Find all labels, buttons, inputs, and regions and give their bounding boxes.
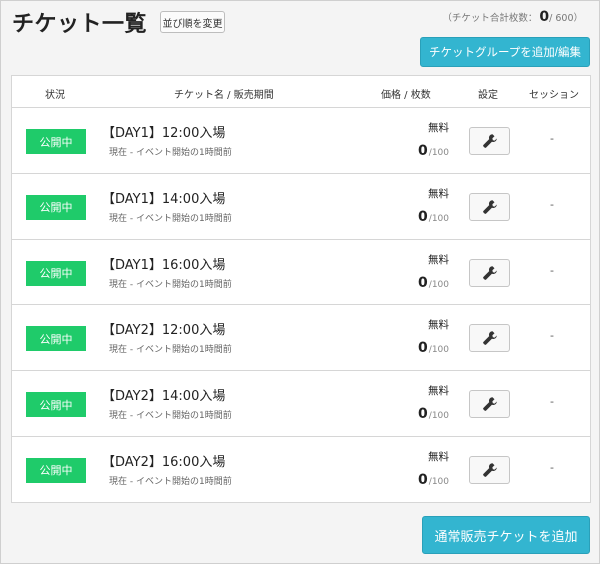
ticket-sale-period: 現在 - イベント開始の1時間前 <box>109 213 232 224</box>
ticket-stock: 0 /100 <box>418 340 449 356</box>
ticket-price: 無料 <box>428 319 449 332</box>
ticket-total-max: / 600） <box>549 13 583 24</box>
ticket-sold-count: 0 <box>418 471 428 488</box>
ticket-session: - <box>550 263 554 277</box>
status-badge: 公開中 <box>26 457 86 483</box>
wrench-icon <box>482 463 497 477</box>
status-badge: 公開中 <box>26 194 86 220</box>
ticket-stock: 0 /100 <box>418 143 449 159</box>
ticket-name[interactable]: 【DAY2】12:00入場 <box>102 319 225 338</box>
ticket-session: - <box>550 197 554 211</box>
settings-button[interactable] <box>469 192 510 221</box>
ticket-sold-count: 0 <box>418 274 428 291</box>
wrench-icon <box>482 134 497 148</box>
table-row: 公開中 【DAY1】16:00入場 現在 - イベント開始の1時間前 無料 0 … <box>12 240 590 306</box>
table-row: 公開中 【DAY1】14:00入場 現在 - イベント開始の1時間前 無料 0 … <box>12 174 590 240</box>
ticket-sold-count: 0 <box>418 406 428 423</box>
settings-button[interactable] <box>469 258 510 287</box>
ticket-name[interactable]: 【DAY1】14:00入場 <box>102 188 225 207</box>
ticket-stock-max: /100 <box>428 148 449 158</box>
page-title: チケット一覧 <box>12 12 148 37</box>
ticket-sale-period: 現在 - イベント開始の1時間前 <box>109 279 232 290</box>
ticket-name[interactable]: 【DAY2】16:00入場 <box>102 451 225 470</box>
status-badge: 公開中 <box>26 260 86 286</box>
table-body: 公開中 【DAY1】12:00入場 現在 - イベント開始の1時間前 無料 0 … <box>12 108 590 503</box>
header-name: チケット名 / 販売期間 <box>174 90 274 101</box>
ticket-price: 無料 <box>428 385 449 398</box>
ticket-table: 状況 チケット名 / 販売期間 価格 / 枚数 設定 セッション 公開中 【DA… <box>11 75 591 503</box>
ticket-sale-period: 現在 - イベント開始の1時間前 <box>109 148 232 158</box>
ticket-stock: 0 /100 <box>418 209 449 225</box>
ticket-session: - <box>550 460 554 474</box>
header-price: 価格 / 枚数 <box>381 90 431 101</box>
ticket-price: 無料 <box>428 122 449 134</box>
ticket-stock-max: /100 <box>428 279 449 290</box>
ticket-sold-count: 0 <box>418 143 428 159</box>
ticket-stock-max: /100 <box>428 476 449 487</box>
ticket-stock: 0 /100 <box>418 275 449 291</box>
header-status: 状況 <box>45 90 65 101</box>
table-row: 公開中 【DAY2】14:00入場 現在 - イベント開始の1時間前 無料 0 … <box>12 371 590 437</box>
ticket-session: - <box>550 132 554 145</box>
ticket-stock-max: /100 <box>428 213 449 224</box>
settings-button[interactable] <box>469 127 510 155</box>
table-row: 公開中 【DAY2】16:00入場 現在 - イベント開始の1時間前 無料 0 … <box>12 437 590 503</box>
settings-button[interactable] <box>469 390 510 419</box>
settings-button[interactable] <box>469 324 510 353</box>
status-badge: 公開中 <box>26 392 86 418</box>
status-badge: 公開中 <box>26 326 86 352</box>
ticket-total-label: （チケット合計枚数： <box>442 13 538 24</box>
wrench-icon <box>482 199 497 214</box>
ticket-stock: 0 /100 <box>418 406 449 422</box>
ticket-stock-max: /100 <box>428 345 449 356</box>
settings-button[interactable] <box>469 455 510 484</box>
ticket-stock-max: /100 <box>428 411 449 422</box>
ticket-stock: 0 /100 <box>418 472 449 488</box>
header-session: セッション <box>529 90 579 101</box>
table-row: 公開中 【DAY1】12:00入場 現在 - イベント開始の1時間前 無料 0 … <box>12 108 590 174</box>
wrench-icon <box>482 331 497 346</box>
table-row: 公開中 【DAY2】12:00入場 現在 - イベント開始の1時間前 無料 0 … <box>12 305 590 372</box>
ticket-session: - <box>550 395 554 409</box>
ticket-name[interactable]: 【DAY1】12:00入場 <box>102 122 225 141</box>
ticket-sold-count: 0 <box>418 340 428 357</box>
ticket-total: （チケット合計枚数： 0 / 600） <box>442 9 583 25</box>
wrench-icon <box>482 265 497 280</box>
ticket-sale-period: 現在 - イベント開始の1時間前 <box>109 345 232 356</box>
ticket-price: 無料 <box>428 450 449 463</box>
table-header: 状況 チケット名 / 販売期間 価格 / 枚数 設定 セッション <box>12 76 590 108</box>
ticket-name[interactable]: 【DAY2】14:00入場 <box>102 385 225 404</box>
ticket-sold-count: 0 <box>418 208 428 225</box>
ticket-list-page: チケット一覧 並び順を変更 （チケット合計枚数： 0 / 600） チケットグル… <box>0 0 600 564</box>
add-ticket-group-button[interactable]: チケットグループを追加/編集 <box>420 37 590 67</box>
ticket-session: - <box>550 329 554 343</box>
ticket-price: 無料 <box>428 187 449 200</box>
ticket-sale-period: 現在 - イベント開始の1時間前 <box>109 411 232 422</box>
header-settings: 設定 <box>478 90 498 101</box>
sort-order-button[interactable]: 並び順を変更 <box>160 11 225 33</box>
add-ticket-button[interactable]: 通常販売チケットを追加 <box>422 516 590 554</box>
ticket-total-count: 0 <box>539 9 550 25</box>
status-badge: 公開中 <box>26 129 86 154</box>
ticket-sale-period: 現在 - イベント開始の1時間前 <box>109 476 232 487</box>
ticket-name[interactable]: 【DAY1】16:00入場 <box>102 254 225 273</box>
wrench-icon <box>482 397 497 412</box>
ticket-price: 無料 <box>428 253 449 266</box>
